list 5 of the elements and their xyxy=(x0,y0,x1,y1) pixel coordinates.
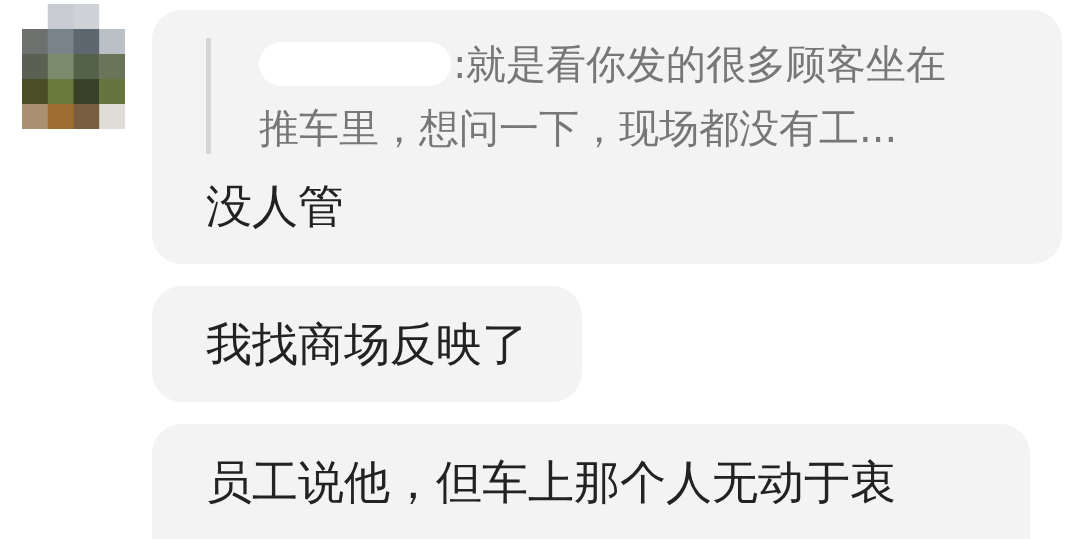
quoted-text: :就是看你发的很多顾客坐在 xyxy=(453,40,947,89)
message-text: 没人管 xyxy=(206,178,345,235)
quoted-text: 推车里，想问一下，现场都没有工... xyxy=(259,104,898,153)
message-text: 我找商场反映了 xyxy=(206,316,528,373)
message-text: 员工说他，但车上那个人无动于衷 xyxy=(206,454,897,511)
